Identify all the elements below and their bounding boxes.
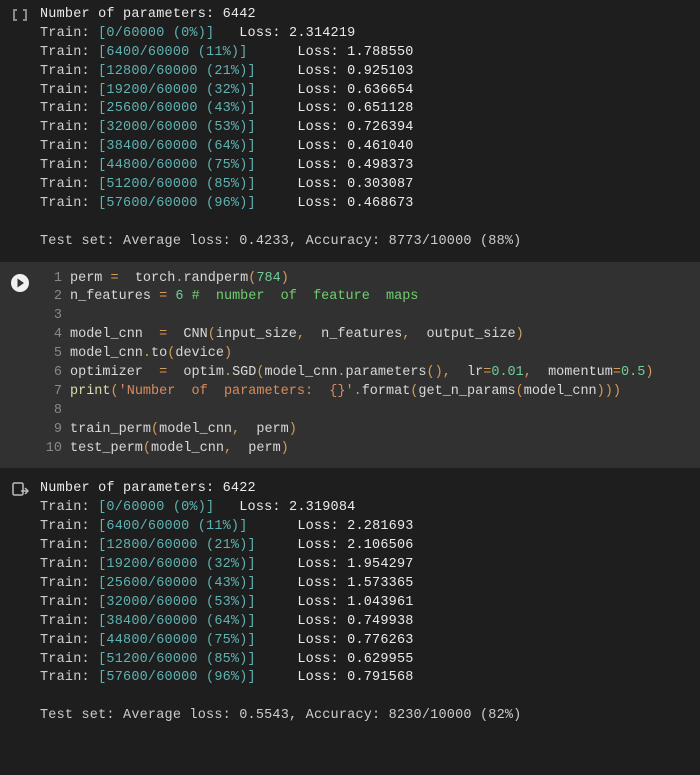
train-line: Train: [0/60000 (0%)] Loss: 2.314219: [40, 26, 355, 41]
params-line: Number of parameters: 6422: [40, 481, 256, 496]
code-text[interactable]: model_cnn.to(device): [70, 345, 232, 364]
code-line[interactable]: 3: [40, 307, 688, 326]
output-executed-icon: [0, 480, 40, 726]
train-line: Train: [12800/60000 (21%)] Loss: 2.10650…: [40, 538, 414, 553]
params-line: Number of parameters: 6442: [40, 7, 256, 22]
train-line: Train: [19200/60000 (32%)] Loss: 1.95429…: [40, 557, 414, 572]
code-line[interactable]: 4model_cnn = CNN(input_size, n_features,…: [40, 326, 688, 345]
train-line: Train: [32000/60000 (53%)] Loss: 0.72639…: [40, 120, 414, 135]
train-line: Train: [44800/60000 (75%)] Loss: 0.49837…: [40, 158, 414, 173]
code-line[interactable]: 10test_perm(model_cnn, perm): [40, 440, 688, 459]
line-number: 10: [40, 440, 70, 459]
output-text-2: Number of parameters: 6422 Train: [0/600…: [40, 480, 700, 726]
train-line: Train: [32000/60000 (53%)] Loss: 1.04396…: [40, 595, 414, 610]
code-text[interactable]: print('Number of parameters: {}'.format(…: [70, 383, 621, 402]
train-line: Train: [6400/60000 (11%)] Loss: 1.788550: [40, 45, 414, 60]
train-line: Train: [51200/60000 (85%)] Loss: 0.30308…: [40, 177, 414, 192]
code-editor[interactable]: 1perm = torch.randperm(784)2n_features =…: [40, 270, 700, 459]
code-line[interactable]: 2n_features = 6 # number of feature maps: [40, 288, 688, 307]
code-text[interactable]: n_features = 6 # number of feature maps: [70, 288, 418, 307]
line-number: 4: [40, 326, 70, 345]
line-number: 5: [40, 345, 70, 364]
output-cell-1: Number of parameters: 6442 Train: [0/600…: [0, 0, 700, 262]
train-line: Train: [25600/60000 (43%)] Loss: 1.57336…: [40, 576, 414, 591]
code-text[interactable]: test_perm(model_cnn, perm): [70, 440, 289, 459]
output-prompt-icon: [0, 6, 40, 252]
code-text[interactable]: perm = torch.randperm(784): [70, 270, 289, 289]
line-number: 1: [40, 270, 70, 289]
code-line[interactable]: 8: [40, 402, 688, 421]
test-summary: Test set: Average loss: 0.4233, Accuracy…: [40, 234, 521, 249]
train-line: Train: [57600/60000 (96%)] Loss: 0.46867…: [40, 196, 414, 211]
train-line: Train: [12800/60000 (21%)] Loss: 0.92510…: [40, 64, 414, 79]
code-text[interactable]: optimizer = optim.SGD(model_cnn.paramete…: [70, 364, 653, 383]
code-line[interactable]: 9train_perm(model_cnn, perm): [40, 421, 688, 440]
line-number: 8: [40, 402, 70, 421]
output-cell-2: Number of parameters: 6422 Train: [0/600…: [0, 474, 700, 736]
code-cell[interactable]: 1perm = torch.randperm(784)2n_features =…: [0, 262, 700, 469]
code-line[interactable]: 6optimizer = optim.SGD(model_cnn.paramet…: [40, 364, 688, 383]
train-line: Train: [51200/60000 (85%)] Loss: 0.62995…: [40, 652, 414, 667]
line-number: 2: [40, 288, 70, 307]
train-line: Train: [38400/60000 (64%)] Loss: 0.46104…: [40, 139, 414, 154]
run-cell-button[interactable]: [0, 270, 40, 459]
line-number: 9: [40, 421, 70, 440]
train-line: Train: [38400/60000 (64%)] Loss: 0.74993…: [40, 614, 414, 629]
line-number: 6: [40, 364, 70, 383]
code-line[interactable]: 5model_cnn.to(device): [40, 345, 688, 364]
code-text[interactable]: model_cnn = CNN(input_size, n_features, …: [70, 326, 524, 345]
train-line: Train: [0/60000 (0%)] Loss: 2.319084: [40, 500, 355, 515]
train-line: Train: [19200/60000 (32%)] Loss: 0.63665…: [40, 83, 414, 98]
output-text-1: Number of parameters: 6442 Train: [0/600…: [40, 6, 700, 252]
code-line[interactable]: 1perm = torch.randperm(784): [40, 270, 688, 289]
train-line: Train: [25600/60000 (43%)] Loss: 0.65112…: [40, 101, 414, 116]
code-text[interactable]: train_perm(model_cnn, perm): [70, 421, 297, 440]
train-line: Train: [57600/60000 (96%)] Loss: 0.79156…: [40, 670, 414, 685]
train-line: Train: [6400/60000 (11%)] Loss: 2.281693: [40, 519, 414, 534]
code-line[interactable]: 7print('Number of parameters: {}'.format…: [40, 383, 688, 402]
test-summary: Test set: Average loss: 0.5543, Accuracy…: [40, 708, 521, 723]
train-line: Train: [44800/60000 (75%)] Loss: 0.77626…: [40, 633, 414, 648]
line-number: 3: [40, 307, 70, 326]
line-number: 7: [40, 383, 70, 402]
